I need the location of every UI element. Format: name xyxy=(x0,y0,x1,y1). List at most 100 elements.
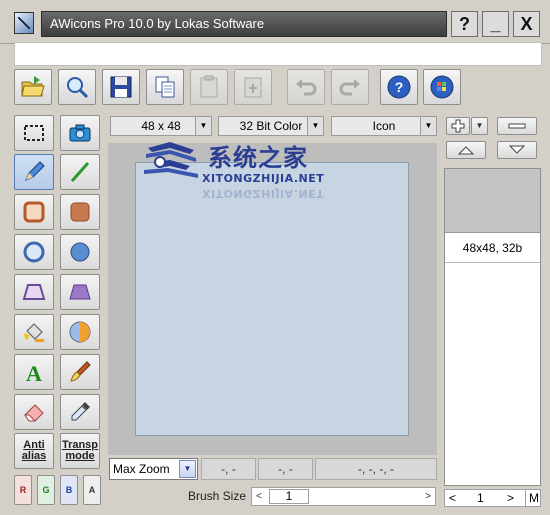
toolbar: ? xyxy=(14,67,464,107)
chevron-down-icon: ▼ xyxy=(420,117,436,135)
icon-pager: < 1 > M xyxy=(444,489,541,507)
title-bar: AWicons Pro 10.0 by Lokas Software ? _ X xyxy=(0,0,550,44)
channel-g-toggle[interactable]: G xyxy=(37,475,55,505)
watermark-title: 系统之家 xyxy=(208,144,308,172)
eyedropper-icon xyxy=(71,402,90,421)
undo-button[interactable] xyxy=(287,69,325,105)
filled-rectangle-tool[interactable] xyxy=(60,194,100,230)
size-select-value: 48 x 48 xyxy=(141,119,181,133)
rounded-rectangle-outline-icon xyxy=(23,201,45,223)
windows-icon xyxy=(430,75,454,99)
paste-button[interactable] xyxy=(190,69,228,105)
camera-icon xyxy=(69,124,91,142)
line-tool[interactable] xyxy=(60,154,100,190)
gradient-tool[interactable] xyxy=(60,314,100,350)
triangle-up-icon xyxy=(457,146,475,155)
fill-tool[interactable] xyxy=(14,314,54,350)
pager-prev-button[interactable]: < xyxy=(449,490,456,506)
brush-size-label: Brush Size xyxy=(188,489,247,503)
tool-palette: A Anti alias Transp mode R G B A xyxy=(14,115,102,510)
move-down-button[interactable] xyxy=(497,141,537,159)
brush-size-value[interactable]: 1 xyxy=(269,489,309,504)
brush-size-slider[interactable]: < 1 > xyxy=(251,487,436,506)
pager-mode-button[interactable]: M xyxy=(525,490,539,506)
zoom-select[interactable]: Max Zoom ▼ xyxy=(109,458,198,480)
zoom-select-value: Max Zoom xyxy=(113,462,170,476)
chevron-down-icon: ▼ xyxy=(307,117,323,135)
move-up-button[interactable] xyxy=(446,141,486,159)
capture-tool[interactable] xyxy=(60,115,100,151)
color-depth-select[interactable]: 32 Bit Color ▼ xyxy=(218,116,324,136)
color-depth-select-value: 32 Bit Color xyxy=(239,119,303,133)
ellipse-tool[interactable] xyxy=(14,234,54,270)
text-a-icon: A xyxy=(26,361,42,385)
ellipse-outline-icon xyxy=(23,241,45,263)
channel-r-toggle[interactable]: R xyxy=(14,475,32,505)
channel-b-toggle[interactable]: B xyxy=(60,475,78,505)
icon-format-label[interactable]: 48x48, 32b xyxy=(445,233,540,263)
help-toolbar-button[interactable]: ? xyxy=(380,69,418,105)
eraser-tool[interactable] xyxy=(14,394,54,430)
select-tool[interactable] xyxy=(14,115,54,151)
close-button[interactable]: X xyxy=(513,11,540,37)
paste-new-button[interactable] xyxy=(234,69,272,105)
transp-label-line2: mode xyxy=(65,450,95,462)
find-button[interactable] xyxy=(58,69,96,105)
brush-tool[interactable] xyxy=(60,354,100,390)
pager-next-button[interactable]: > xyxy=(507,490,514,506)
chevron-down-icon: ▼ xyxy=(195,117,211,135)
menu-strip[interactable] xyxy=(14,42,542,66)
brush-increase-button[interactable]: > xyxy=(421,488,435,505)
help-button[interactable]: ? xyxy=(451,11,478,37)
type-select-value: Icon xyxy=(372,119,396,133)
polygon-outline-icon xyxy=(22,284,46,300)
polygon-tool[interactable] xyxy=(14,274,54,310)
magnifier-icon xyxy=(67,77,89,99)
copy-button[interactable] xyxy=(146,69,184,105)
chevron-down-icon: ▼ xyxy=(179,460,196,478)
gradient-icon xyxy=(69,321,91,343)
paint-brush-icon xyxy=(70,361,91,382)
remove-icon-button[interactable] xyxy=(497,117,537,135)
window-title: AWicons Pro 10.0 by Lokas Software xyxy=(41,11,447,37)
channel-a-toggle[interactable]: A xyxy=(83,475,101,505)
icon-format-list[interactable]: 48x48, 32b xyxy=(444,168,541,486)
marquee-select-icon xyxy=(24,125,44,141)
icon-format-thumbnail[interactable] xyxy=(445,169,540,233)
polygon-filled-icon xyxy=(69,284,91,300)
add-icon-button[interactable] xyxy=(446,117,470,135)
add-icon-dropdown[interactable]: ▼ xyxy=(471,117,488,135)
svg-text:A: A xyxy=(26,361,42,385)
svg-text:?: ? xyxy=(395,79,404,95)
redo-icon xyxy=(339,79,360,96)
filled-ellipse-tool[interactable] xyxy=(60,234,100,270)
type-select[interactable]: Icon ▼ xyxy=(331,116,437,136)
redo-button[interactable] xyxy=(331,69,369,105)
cursor-position: -, - xyxy=(201,458,256,480)
pencil-tool[interactable] xyxy=(14,154,54,190)
paste-new-icon xyxy=(244,77,262,98)
ellipse-filled-icon xyxy=(70,242,90,262)
eraser-icon xyxy=(24,404,44,422)
minimize-button[interactable]: _ xyxy=(482,11,509,37)
line-icon xyxy=(70,162,90,182)
windows-button[interactable] xyxy=(423,69,461,105)
filled-polygon-tool[interactable] xyxy=(60,274,100,310)
open-button[interactable] xyxy=(14,69,52,105)
rectangle-tool[interactable] xyxy=(14,194,54,230)
watermark-logo xyxy=(144,142,198,178)
rounded-rectangle-filled-icon xyxy=(70,202,90,222)
triangle-down-icon xyxy=(508,145,526,154)
minus-icon xyxy=(508,123,526,129)
transparency-mode-toggle[interactable]: Transp mode xyxy=(60,433,100,469)
text-tool[interactable]: A xyxy=(14,354,54,390)
app-icon[interactable] xyxy=(14,12,34,34)
floppy-disk-icon xyxy=(110,76,132,98)
save-button[interactable] xyxy=(102,69,140,105)
antialias-toggle[interactable]: Anti alias xyxy=(14,433,54,469)
eyedropper-tool[interactable] xyxy=(60,394,100,430)
brush-decrease-button[interactable]: < xyxy=(252,488,266,505)
size-select[interactable]: 48 x 48 ▼ xyxy=(110,116,212,136)
help-icon: ? xyxy=(387,75,411,99)
paint-bucket-icon xyxy=(24,323,44,342)
